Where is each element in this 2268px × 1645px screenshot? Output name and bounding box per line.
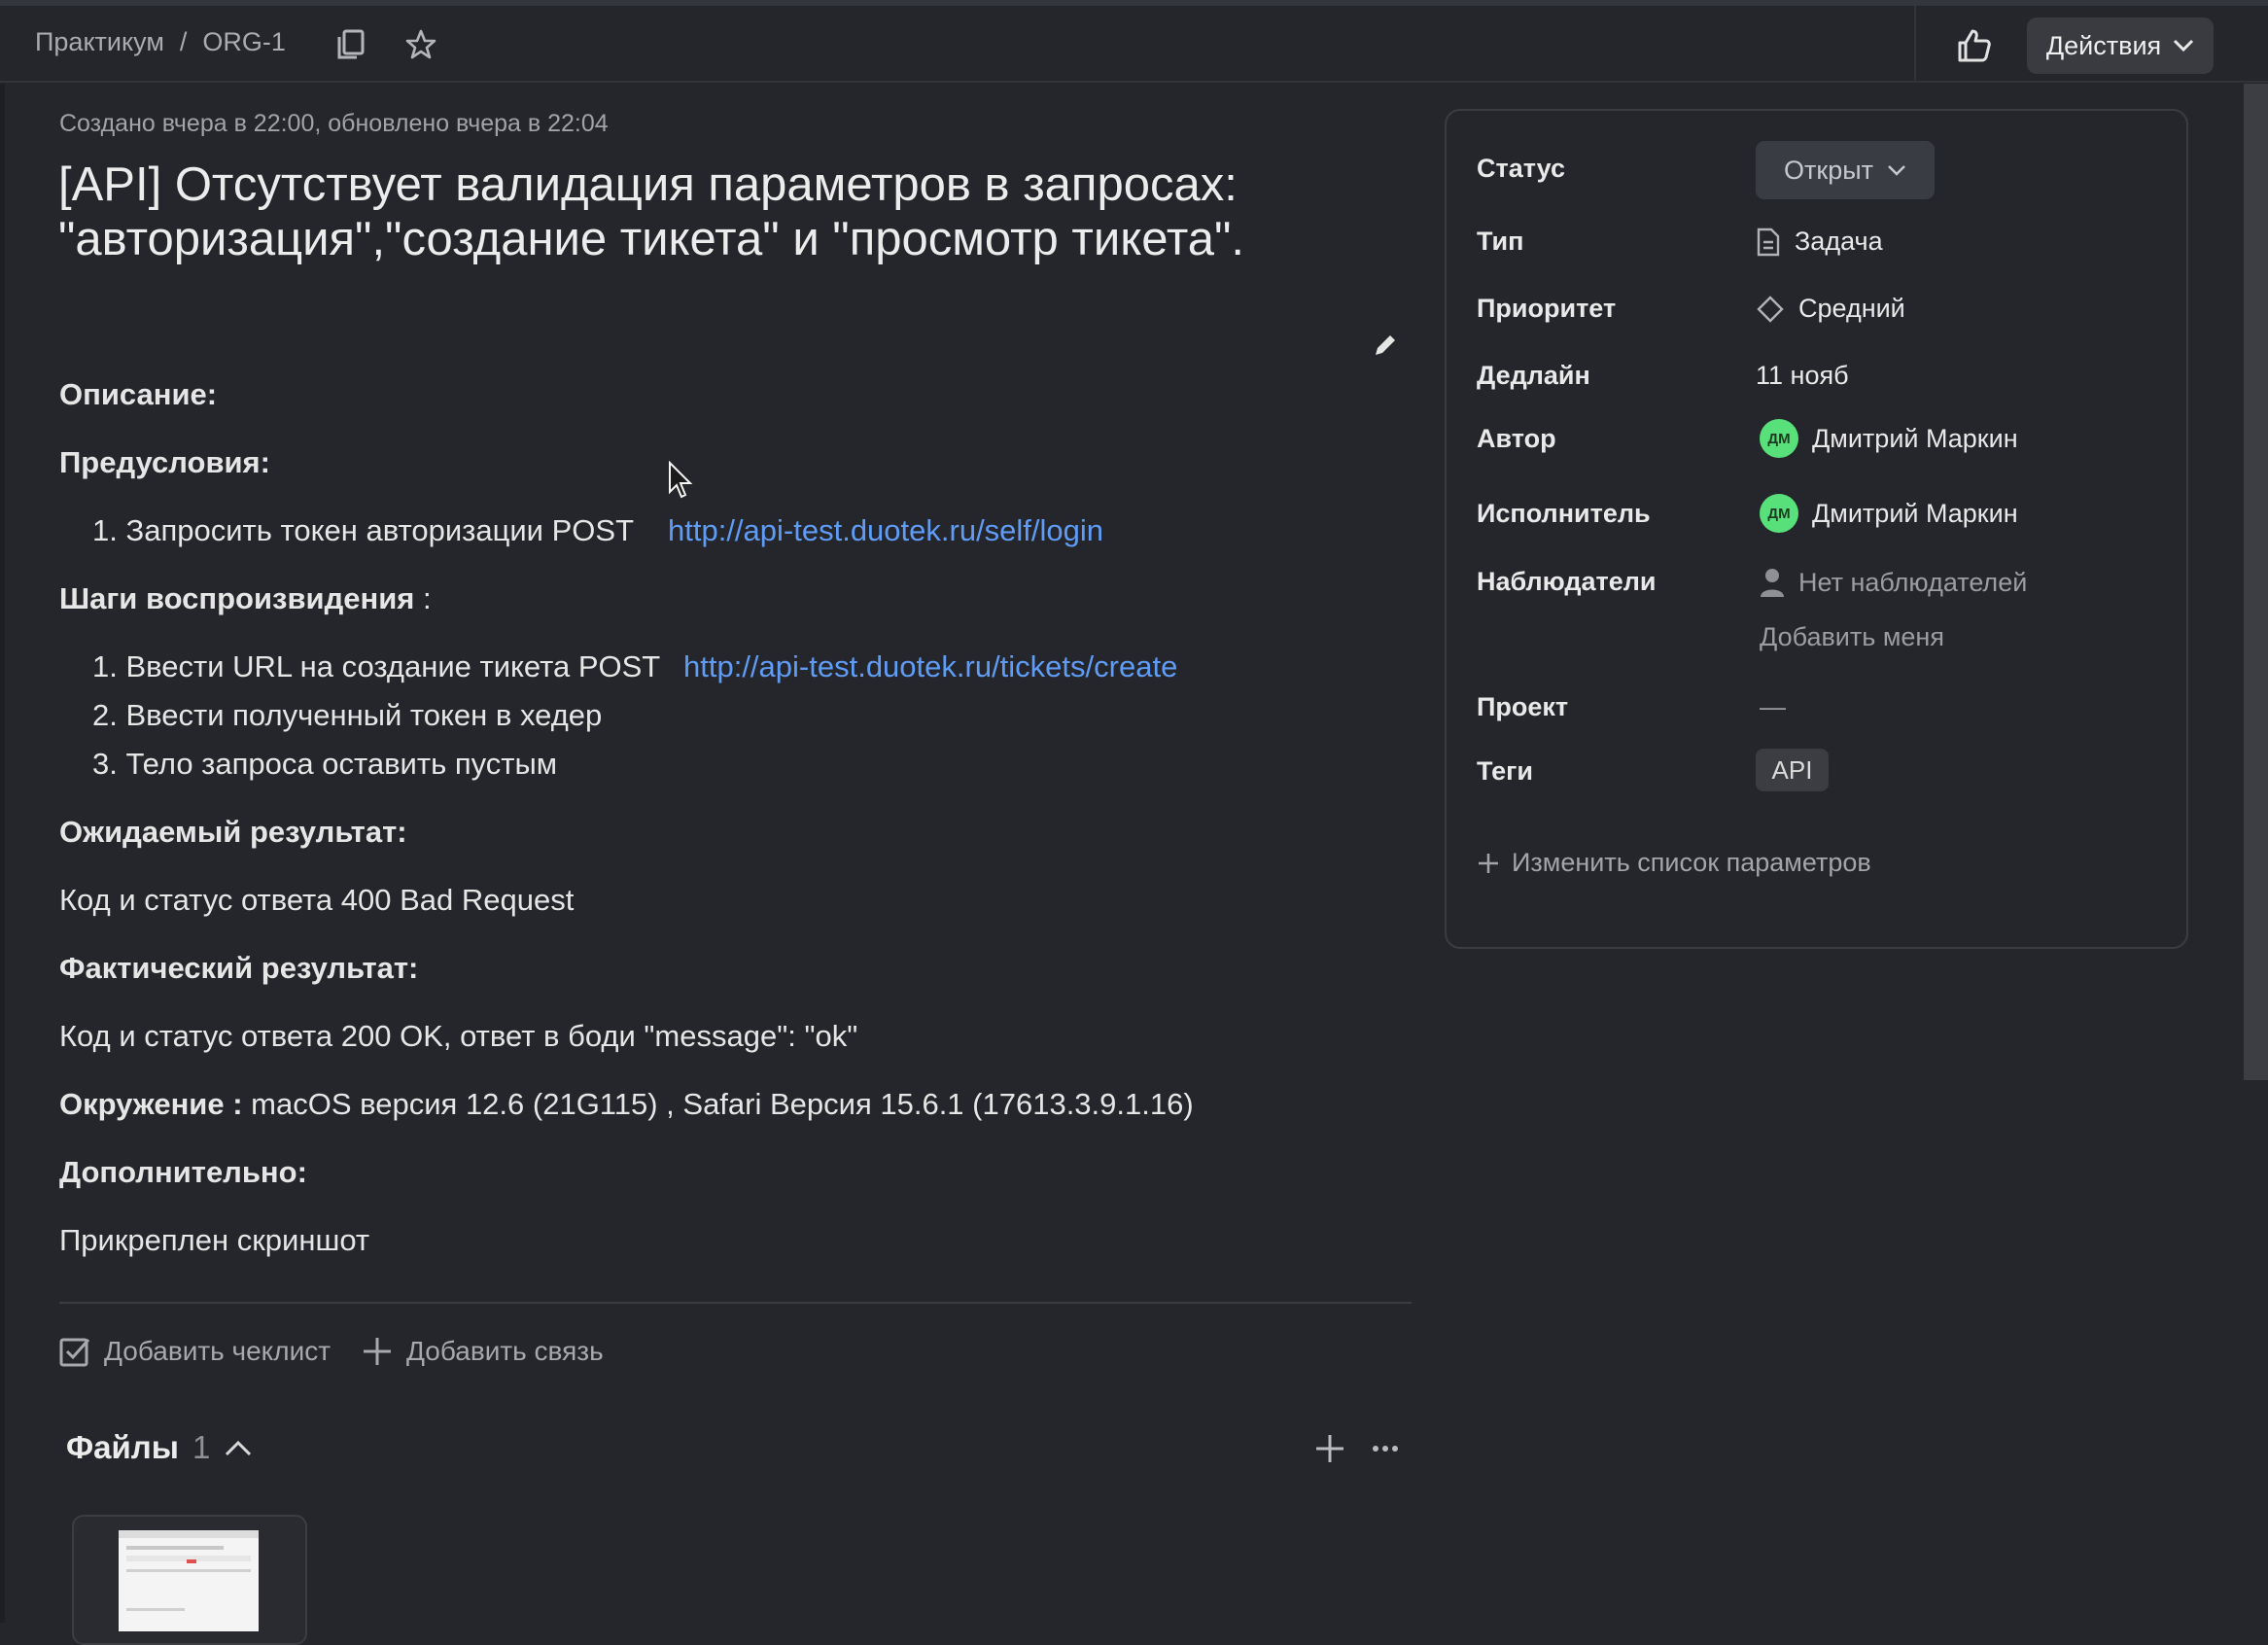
login-link[interactable]: http://api-test.duotek.ru/self/login [668,513,1103,548]
issue-header: Практикум / ORG-1 Действия [0,6,2268,83]
tag-chip[interactable]: API [1756,749,1829,791]
environment: Окружение : macOS версия 12.6 (21G115) ,… [59,1087,1194,1121]
checklist-icon [59,1338,90,1367]
scrollbar[interactable] [2244,84,2268,1080]
avatar: ДМ [1760,494,1798,533]
copy-icon[interactable] [333,27,368,62]
expected-result: Код и статус ответа 400 Bad Request [59,883,575,917]
person-icon [1761,569,1784,597]
avatar: ДМ [1760,419,1798,458]
star-icon[interactable] [403,27,438,62]
actions-label: Действия [2045,30,2162,60]
breadcrumb-separator: / [179,27,188,56]
type-value[interactable]: Задача [1756,227,1883,257]
add-file-icon[interactable] [1314,1433,1345,1464]
mouse-cursor-icon [669,461,693,499]
file-attachment[interactable] [72,1515,307,1645]
priority-label: Приоритет [1477,294,1617,323]
status-label: Статус [1477,154,1565,183]
more-icon[interactable] [1371,1437,1400,1460]
breadcrumb-issue-key[interactable]: ORG-1 [202,27,286,57]
issue-title[interactable]: [API] Отсутствует валидация параметров в… [58,158,1361,266]
document-icon [1757,228,1780,256]
breadcrumb: Практикум / ORG-1 [35,27,286,57]
additional-text: Прикреплен скриншот [59,1223,370,1257]
description-heading: Описание: [59,377,218,411]
list-item: 2. Ввести полученный токен в хедер [92,698,603,732]
plus-icon [364,1338,391,1365]
add-me-link[interactable]: Добавить меня [1760,622,1944,652]
file-thumbnail [119,1530,259,1631]
divider [59,1302,1412,1304]
diamond-icon [1757,295,1784,323]
deadline-value[interactable]: 11 нояб [1756,361,1849,391]
left-edge [0,84,5,1623]
type-label: Тип [1477,227,1524,256]
add-checklist-button[interactable]: Добавить чеклист [59,1336,331,1367]
assignee-value[interactable]: ДМ Дмитрий Маркин [1760,494,2018,533]
author-label: Автор [1477,424,1556,453]
assignee-label: Исполнитель [1477,499,1651,528]
project-label: Проект [1477,692,1569,721]
files-header[interactable]: Файлы 1 [66,1429,253,1466]
additional-heading: Дополнительно: [59,1155,307,1189]
list-item: 1. Ввести URL на создание тикета POST [92,649,661,683]
files-title: Файлы [66,1429,179,1465]
actual-heading: Фактический результат: [59,951,419,985]
issue-meta: Создано вчера в 22:00, обновлено вчера в… [59,110,609,137]
chevron-down-icon [2174,39,2194,52]
status-dropdown[interactable]: Открыт [1756,141,1935,199]
priority-value[interactable]: Средний [1756,294,1905,324]
breadcrumb-root[interactable]: Практикум [35,27,164,57]
edit-params-button[interactable]: Изменить список параметров [1477,848,1871,878]
thumbs-up-icon[interactable] [1954,25,1995,66]
expected-heading: Ожидаемый результат: [59,815,407,849]
project-value[interactable]: — [1760,692,1786,722]
chevron-down-icon [1888,165,1905,176]
plus-icon [1479,853,1498,873]
tags-label: Теги [1477,756,1534,786]
deadline-label: Дедлайн [1477,361,1590,390]
create-ticket-link[interactable]: http://api-test.duotek.ru/tickets/create [683,649,1177,684]
steps-heading: Шаги воспроизвидения : [59,581,432,615]
watchers-label: Наблюдатели [1477,567,1657,596]
header-divider [1914,6,1916,83]
author-value[interactable]: ДМ Дмитрий Маркин [1760,419,2018,458]
actions-button[interactable]: Действия [2027,18,2214,74]
actual-result: Код и статус ответа 200 OK, ответ в боди… [59,1019,858,1053]
list-item: 1. Запросить токен авторизации POST [92,513,635,547]
list-item: 3. Тело запроса оставить пустым [92,747,558,781]
chevron-up-icon[interactable] [224,1438,253,1457]
edit-pencil-icon[interactable] [1371,331,1400,360]
add-link-button[interactable]: Добавить связь [362,1336,604,1367]
files-count: 1 [192,1429,211,1465]
preconditions-heading: Предусловия: [59,445,270,479]
watchers-value[interactable]: Нет наблюдателей [1760,567,2027,598]
